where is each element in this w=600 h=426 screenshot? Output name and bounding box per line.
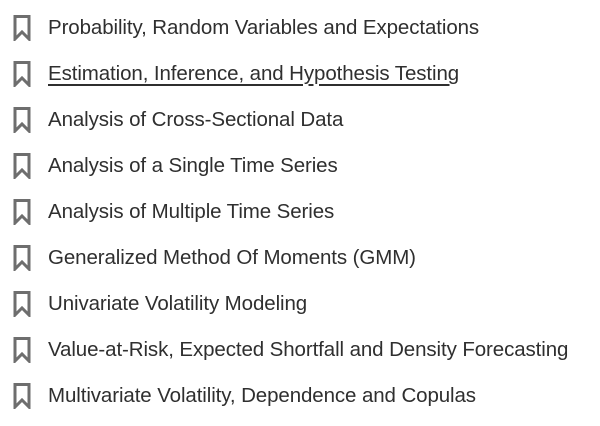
bookmark-item-estimation[interactable]: Estimation, Inference, and Hypothesis Te… (0, 51, 600, 97)
bookmark-item-value-at-risk[interactable]: Value-at-Risk, Expected Shortfall and De… (0, 327, 600, 373)
bookmarks-panel: Probability, Random Variables and Expect… (0, 0, 600, 426)
bookmark-icon (12, 290, 32, 318)
bookmark-icon (12, 244, 32, 272)
bookmark-icon (12, 336, 32, 364)
bookmark-item-cross-sectional[interactable]: Analysis of Cross-Sectional Data (0, 97, 600, 143)
bookmark-label: Value-at-Risk, Expected Shortfall and De… (48, 337, 569, 361)
bookmark-item-gmm[interactable]: Generalized Method Of Moments (GMM) (0, 235, 600, 281)
bookmark-label: Probability, Random Variables and Expect… (48, 15, 480, 39)
bookmark-label: Univariate Volatility Modeling (48, 291, 308, 315)
bookmark-label: Analysis of a Single Time Series (48, 153, 338, 177)
bookmark-icon (12, 14, 32, 42)
bookmark-icon (12, 106, 32, 134)
bookmark-icon (12, 60, 32, 88)
bookmark-label: Analysis of Multiple Time Series (48, 199, 335, 223)
bookmark-item-probability[interactable]: Probability, Random Variables and Expect… (0, 5, 600, 51)
bookmark-item-multivariate-volatility[interactable]: Multivariate Volatility, Dependence and … (0, 373, 600, 419)
bookmark-label: Analysis of Cross-Sectional Data (48, 107, 344, 131)
bookmark-label: Generalized Method Of Moments (GMM) (48, 245, 416, 269)
bookmark-item-multiple-time-series[interactable]: Analysis of Multiple Time Series (0, 189, 600, 235)
bookmark-icon (12, 198, 32, 226)
bookmark-label: Multivariate Volatility, Dependence and … (48, 383, 476, 407)
bookmark-item-single-time-series[interactable]: Analysis of a Single Time Series (0, 143, 600, 189)
bookmark-icon (12, 152, 32, 180)
bookmark-item-univariate-volatility[interactable]: Univariate Volatility Modeling (0, 281, 600, 327)
bookmark-label: Estimation, Inference, and Hypothesis Te… (48, 61, 460, 85)
bookmark-icon (12, 382, 32, 410)
